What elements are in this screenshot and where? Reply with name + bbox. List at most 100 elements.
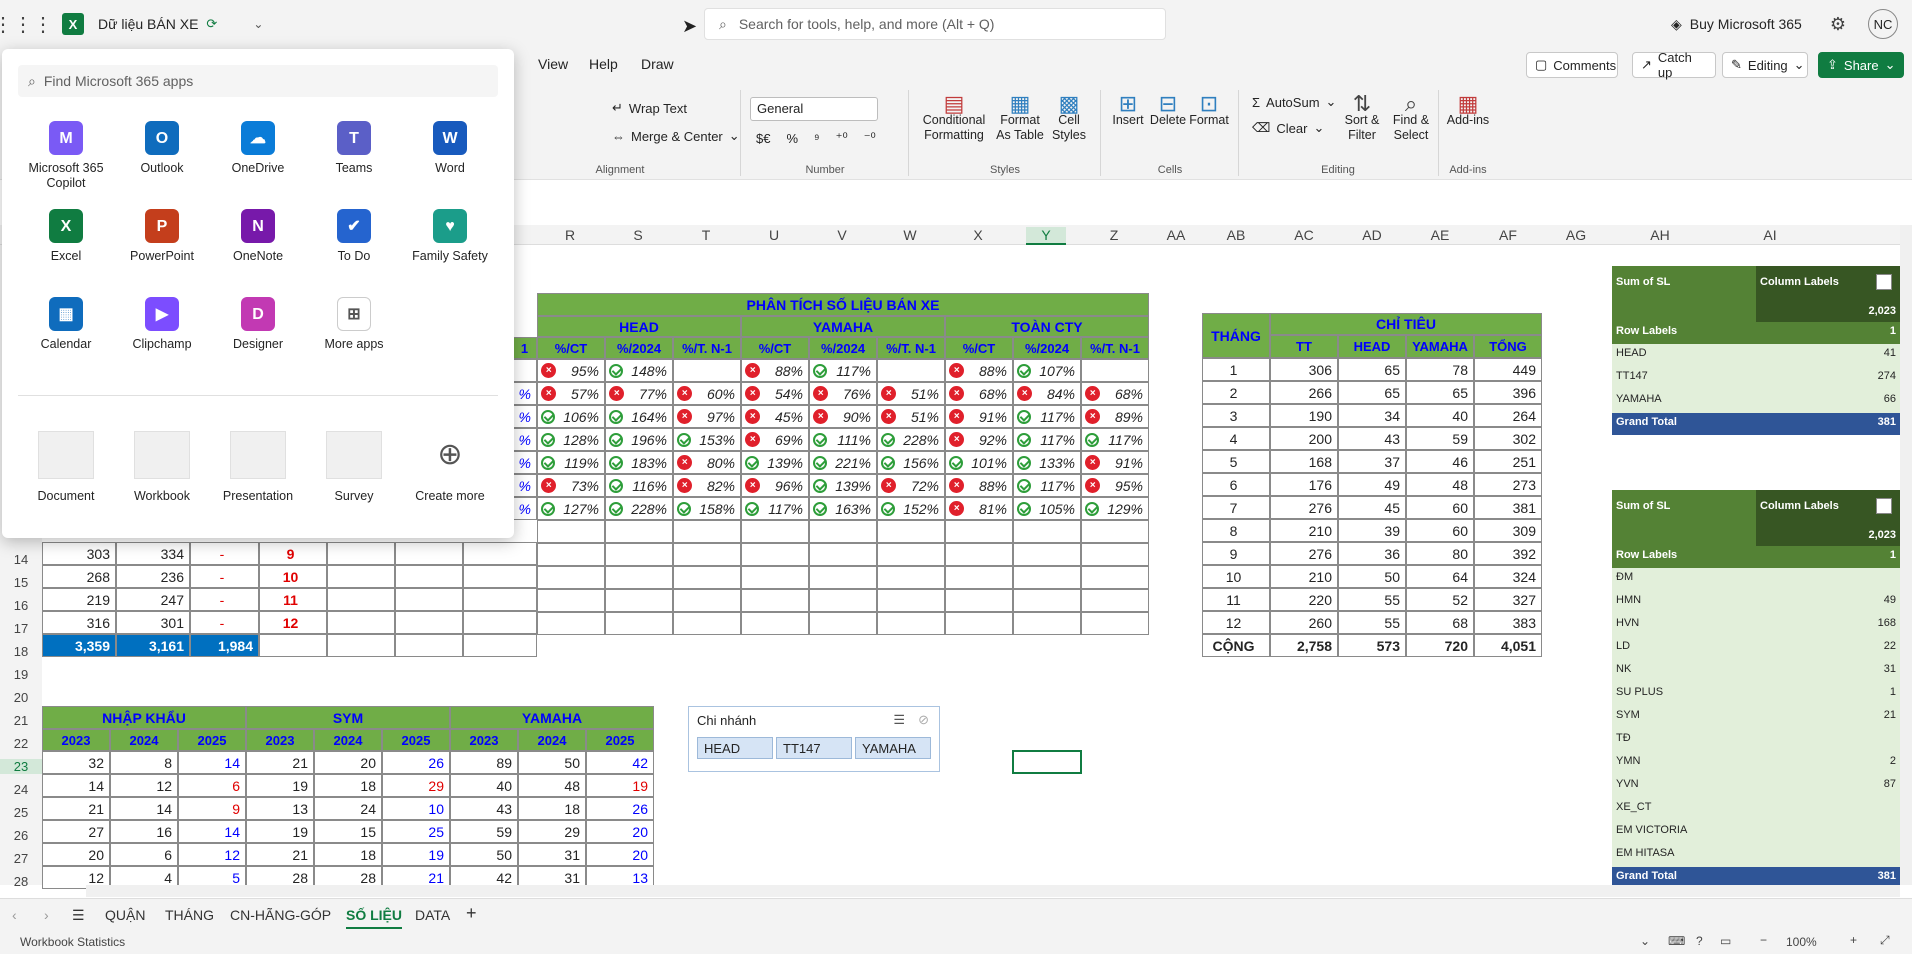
percent-icon[interactable]: % [786,131,798,146]
selected-cell[interactable] [1012,750,1082,774]
app-powerpoint[interactable]: P PowerPoint [114,209,210,264]
search-box[interactable]: ⌕ Search for tools, help, and more (Alt … [704,8,1166,40]
zoom-out-icon[interactable]: − [1760,933,1767,947]
column-header-ad[interactable]: AD [1352,227,1392,243]
column-header-af[interactable]: AF [1488,227,1528,243]
horizontal-scrollbar[interactable] [86,885,1900,897]
sort-filter-button[interactable]: ⇅ Sort & Filter [1338,93,1386,143]
next-sheet-icon[interactable]: › [44,907,49,923]
column-header-ag[interactable]: AG [1556,227,1596,243]
keyboard-icon[interactable]: ⌨ [1668,934,1685,948]
gear-icon[interactable]: ⚙ [1830,14,1846,35]
chevron-down-icon[interactable]: ⌄ [1640,934,1650,948]
comma-icon[interactable]: ⁹ [814,131,820,146]
prev-sheet-icon[interactable]: ‹ [12,907,17,923]
find-apps-input[interactable]: ⌕ Find Microsoft 365 apps [18,65,498,97]
vertical-scrollbar[interactable] [1900,225,1912,885]
all-sheets-icon[interactable]: ☰ [72,907,85,924]
autosum-button[interactable]: Σ AutoSum ⌄ [1252,94,1336,110]
merge-center-button[interactable]: ⇔ Merge & Center ⌄ [612,128,740,144]
column-header-y[interactable]: Y [1026,227,1066,245]
format-cells-button[interactable]: ⊡ Format [1188,93,1230,128]
app-word[interactable]: W Word [402,121,498,176]
increase-decimal-icon[interactable]: ⁺⁰ [836,130,848,146]
row-header-20[interactable]: 20 [0,690,42,705]
avatar[interactable]: NC [1868,9,1898,39]
template-survey[interactable]: Survey [306,431,402,503]
row-header-19[interactable]: 19 [0,667,42,682]
delete-cells-button[interactable]: ⊟ Delete [1148,93,1188,128]
sheet-tab-so-lieu[interactable]: SỐ LIỆU [346,907,403,929]
row-header-16[interactable]: 16 [0,598,42,613]
column-header-ac[interactable]: AC [1284,227,1324,243]
row-header-14[interactable]: 14 [0,552,42,567]
format-as-table-button[interactable]: ▦ Format As Table [992,93,1048,143]
app-teams[interactable]: T Teams [306,121,402,176]
clear-filter-icon[interactable]: ⊘ [918,712,929,728]
fullscreen-icon[interactable]: ⤢ [1880,933,1890,948]
app-more-apps[interactable]: ⊞ More apps [306,297,402,352]
column-header-aa[interactable]: AA [1156,227,1196,243]
find-select-button[interactable]: ⌕ Find & Select [1386,93,1436,143]
app-onedrive[interactable]: ☁ OneDrive [210,121,306,176]
help-icon[interactable]: ? [1696,934,1703,948]
editing-mode-button[interactable]: ✎ Editing ⌄ [1722,52,1808,78]
app-onenote[interactable]: N OneNote [210,209,306,264]
row-header-26[interactable]: 26 [0,828,42,843]
column-header-ah[interactable]: AH [1640,227,1680,243]
app-to-do[interactable]: ✔ To Do [306,209,402,264]
document-title[interactable]: Dữ liệu BÁN XE [98,16,198,32]
add-sheet-icon[interactable]: + [466,903,477,924]
app-outlook[interactable]: O Outlook [114,121,210,176]
wrap-text-button[interactable]: ↵ Wrap Text [612,100,687,116]
column-header-v[interactable]: V [822,227,862,243]
tab-help[interactable]: Help [589,56,618,72]
template-presentation[interactable]: Presentation [210,431,306,503]
clear-button[interactable]: ⌫ Clear ⌄ [1252,120,1324,136]
column-header-r[interactable]: R [550,227,590,243]
slicer-item-head[interactable]: HEAD [697,737,773,759]
column-header-t[interactable]: T [686,227,726,243]
app-microsoft-365-copilot[interactable]: M Microsoft 365 Copilot [18,121,114,191]
catch-up-button[interactable]: ↗ Catch up [1632,50,1716,80]
app-launcher-icon[interactable]: ⋮⋮⋮ [0,0,53,48]
add-ins-button[interactable]: ▦ Add-ins [1446,93,1490,128]
row-header-21[interactable]: 21 [0,713,42,728]
app-clipchamp[interactable]: ▶ Clipchamp [114,297,210,352]
column-header-ae[interactable]: AE [1420,227,1460,243]
app-family-safety[interactable]: ♥ Family Safety [402,209,498,264]
insert-cells-button[interactable]: ⊞ Insert [1108,93,1148,128]
row-header-27[interactable]: 27 [0,851,42,866]
row-header-28[interactable]: 28 [0,874,42,889]
column-header-w[interactable]: W [890,227,930,243]
comments-button[interactable]: ▢ Comments [1526,52,1618,78]
sheet-tab-data[interactable]: DATA [415,907,450,923]
view-icon[interactable]: ▭ [1720,934,1731,948]
workbook-statistics[interactable]: Workbook Statistics [20,935,125,949]
multi-select-icon[interactable]: ☰ [893,712,905,728]
row-header-25[interactable]: 25 [0,805,42,820]
number-format-buttons[interactable]: $€% ⁹ ⁺⁰ ⁻⁰ [756,130,876,146]
sheet-tab-quan[interactable]: QUẬN [105,907,145,923]
chevron-down-icon[interactable]: ⌄ [253,17,263,31]
column-header-z[interactable]: Z [1094,227,1134,243]
row-header-18[interactable]: 18 [0,644,42,659]
row-header-15[interactable]: 15 [0,575,42,590]
zoom-level[interactable]: 100% [1786,935,1817,949]
decrease-decimal-icon[interactable]: ⁻⁰ [864,130,876,146]
branch-slicer[interactable]: Chi nhánh ☰ ⊘ HEAD TT147 YAMAHA [688,706,940,772]
buy-microsoft-365-button[interactable]: ◈ Buy Microsoft 365 [1671,16,1802,33]
column-header-u[interactable]: U [754,227,794,243]
conditional-formatting-button[interactable]: ▤ Conditional Formatting [916,93,992,143]
template-workbook[interactable]: Workbook [114,431,210,503]
cell-styles-button[interactable]: ▩ Cell Styles [1048,93,1090,143]
tab-draw[interactable]: Draw [641,56,674,72]
app-designer[interactable]: D Designer [210,297,306,352]
column-header-ab[interactable]: AB [1216,227,1256,243]
template-document[interactable]: Document [18,431,114,503]
slicer-item-tt147[interactable]: TT147 [776,737,852,759]
sheet-tab-cn-hang-gop[interactable]: CN-HÃNG-GÓP [230,907,331,923]
template-create-more[interactable]: ⊕ Create more [402,431,498,503]
row-header-17[interactable]: 17 [0,621,42,636]
app-calendar[interactable]: ▦ Calendar [18,297,114,352]
